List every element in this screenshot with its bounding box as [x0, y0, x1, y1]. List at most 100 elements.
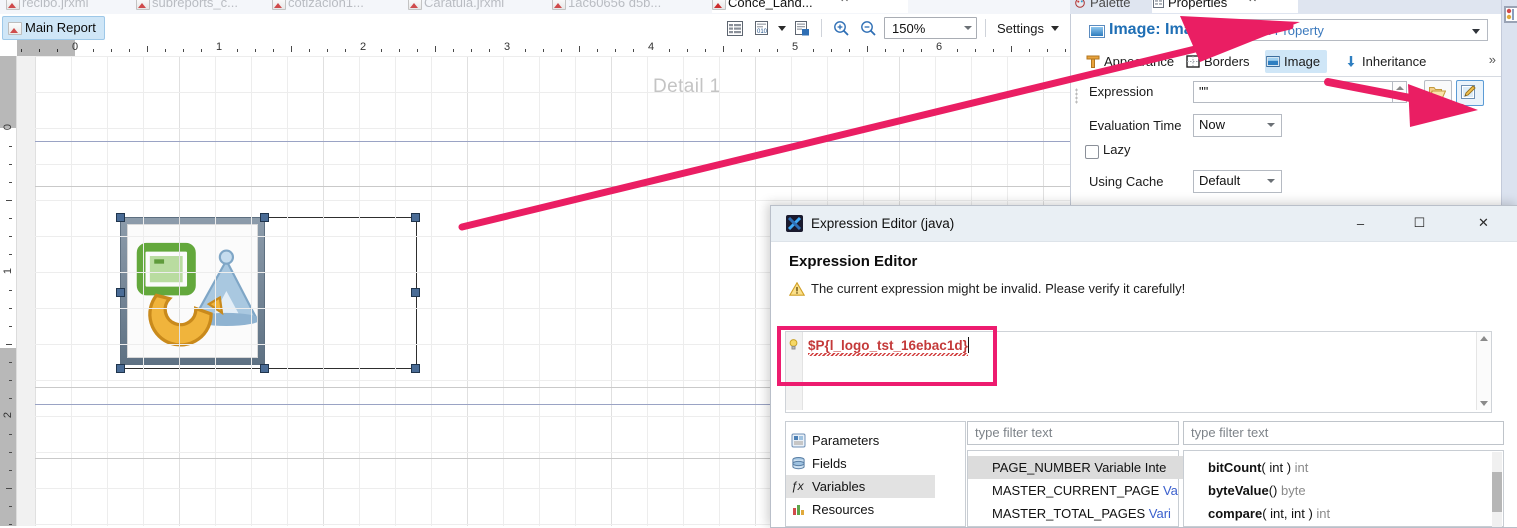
ruler-h-tick [21, 49, 22, 52]
resize-handle-ne[interactable] [411, 213, 420, 222]
methods-scrollbar[interactable] [1492, 452, 1502, 527]
lightbulb-hint-icon[interactable] [789, 339, 798, 350]
tab-main-report[interactable]: Main Report [2, 16, 105, 40]
compile-report-icon[interactable] [791, 17, 813, 39]
editor-tab-strip: recibo.jrxml subreports_c... cotizacion1… [0, 0, 1070, 15]
tab-image[interactable]: Image [1265, 50, 1327, 73]
ruler-h-tick [723, 46, 724, 52]
editor-tab-subreports[interactable]: subreports_c... [136, 0, 238, 13]
close-icon[interactable]: ✕ [1248, 0, 1257, 9]
zoom-level-select[interactable]: 150% [884, 17, 977, 39]
editor-tab-recibo[interactable]: recibo.jrxml [6, 0, 88, 13]
chevron-down-icon[interactable] [778, 26, 786, 31]
scroll-down-icon[interactable] [1480, 401, 1488, 406]
evaluation-time-select[interactable]: Now [1193, 114, 1282, 137]
resize-handle-nw[interactable] [116, 213, 125, 222]
category-variables[interactable]: ƒx Variables [786, 475, 935, 498]
resize-handle-se[interactable] [411, 364, 420, 373]
browse-file-button[interactable] [1424, 80, 1452, 106]
grid-line [107, 56, 108, 526]
list-item[interactable]: byteValue() byte [1184, 479, 1508, 502]
ruler-h-tick [633, 49, 634, 52]
page-title: Image: Image [1089, 21, 1211, 39]
ruler-v-label: 2 [2, 407, 14, 423]
variables-list-pane[interactable]: PAGE_NUMBER Variable Inte MASTER_CURRENT… [967, 450, 1179, 527]
jasper-image-placeholder-icon [128, 225, 257, 357]
list-view-icon[interactable] [724, 17, 746, 39]
grid-line [35, 92, 1070, 93]
ruler-h-tick [255, 49, 256, 52]
zoom-in-icon[interactable] [830, 17, 852, 39]
spinner-down-icon [1396, 94, 1404, 98]
expression-text-area[interactable]: $P{l_logo_tst_16ebac1d} [785, 331, 1492, 413]
minimize-button[interactable]: – [1338, 206, 1383, 240]
category-parameters[interactable]: Parameters [786, 429, 993, 452]
close-icon[interactable]: ✕ [840, 0, 849, 9]
subtabs-overflow-button[interactable]: » [1489, 52, 1496, 67]
category-fields[interactable]: Fields [786, 452, 993, 475]
expression-code-text[interactable]: $P{l_logo_tst_16ebac1d} [808, 338, 968, 353]
tab-borders[interactable]: Borders [1185, 50, 1250, 73]
jrxml-file-icon [712, 0, 726, 10]
report-icon [8, 22, 22, 35]
editor-tab-cotizacion[interactable]: cotizacion1... [272, 0, 364, 13]
ruler-v-tick [9, 398, 12, 399]
expression-categories-pane[interactable]: Parameters Fields ƒx Variables Resources [785, 421, 966, 527]
ruler-h-tick [309, 49, 310, 52]
using-cache-select[interactable]: Default [1193, 170, 1282, 193]
designer-toolbar: 010 [724, 16, 1062, 40]
editor-tab-1ac60656[interactable]: 1ac60656 d5b... [552, 0, 661, 13]
expression-editor-titlebar[interactable]: Expression Editor (java) – ☐ ✕ [771, 206, 1517, 242]
editor-tab-conce-land[interactable]: Conce_Land... ✕ [712, 0, 908, 13]
ruler-h-tick [669, 49, 670, 52]
list-item[interactable]: compare( int, int ) int [1184, 502, 1508, 525]
report-inspector-icon[interactable] [1504, 6, 1517, 23]
resize-handle-w[interactable] [116, 288, 125, 297]
category-builtin-functions[interactable]: Built-in Functions [786, 521, 993, 528]
tab-palette[interactable]: Palette [1074, 0, 1130, 13]
grid-line [287, 56, 288, 526]
expression-scrollbar[interactable] [1476, 332, 1491, 410]
ruler-v-tick [9, 452, 12, 453]
settings-button[interactable]: Settings [994, 21, 1062, 36]
variables-filter-input[interactable]: type filter text [967, 421, 1179, 445]
close-button[interactable]: ✕ [1461, 206, 1506, 240]
resize-handle-sw[interactable] [116, 364, 125, 373]
ruler-v-tick [9, 470, 12, 471]
list-item[interactable]: MASTER_TOTAL_PAGES Vari [968, 502, 1204, 525]
tab-appearance[interactable]: Appearance [1085, 50, 1174, 73]
editor-tab-caratula[interactable]: Caratula.jrxml [408, 0, 504, 13]
scroll-up-icon[interactable] [1480, 336, 1488, 341]
band-separator[interactable] [35, 141, 1070, 142]
chevron-down-icon [1051, 26, 1059, 31]
data-preview-icon[interactable]: 010 [751, 17, 773, 39]
tab-properties[interactable]: Properties ✕ [1152, 0, 1298, 13]
search-property-input[interactable]: Search Property [1223, 19, 1488, 41]
category-resources[interactable]: Resources [786, 498, 993, 521]
tab-inheritance[interactable]: Inheritance [1343, 50, 1426, 73]
fields-icon [791, 456, 806, 471]
ruler-v-tick [6, 200, 12, 201]
resize-handle-n[interactable] [260, 213, 269, 222]
list-item[interactable]: MASTER_CURRENT_PAGE Va [968, 479, 1204, 502]
editor-tab-label: Conce_Land... [728, 0, 813, 10]
chevron-down-icon[interactable] [1472, 29, 1480, 34]
band-separator[interactable] [35, 186, 1070, 187]
expression-editor-dialog[interactable]: Expression Editor (java) – ☐ ✕ Expressio… [770, 205, 1517, 528]
grid-line [395, 56, 396, 526]
methods-list-pane[interactable]: bitCount( int ) int byteValue() byte com… [1183, 450, 1504, 527]
lazy-checkbox[interactable] [1085, 145, 1099, 159]
ruler-v-label: 0 [2, 119, 14, 135]
resize-handle-s[interactable] [260, 364, 269, 373]
ruler-h-tick [435, 46, 436, 52]
maximize-button[interactable]: ☐ [1397, 206, 1442, 240]
methods-scrollbar-thumb[interactable] [1492, 472, 1502, 512]
zoom-out-icon[interactable] [857, 17, 879, 39]
expression-spinner[interactable] [1393, 81, 1407, 103]
expression-value-field[interactable]: "" [1193, 81, 1393, 103]
methods-filter-input[interactable]: type filter text [1183, 421, 1504, 445]
list-item[interactable]: bitCount( int ) int [1184, 456, 1508, 479]
resize-handle-e[interactable] [411, 288, 420, 297]
list-item[interactable]: PAGE_NUMBER Variable Inte [968, 456, 1204, 479]
open-expression-editor-button[interactable] [1456, 80, 1484, 106]
